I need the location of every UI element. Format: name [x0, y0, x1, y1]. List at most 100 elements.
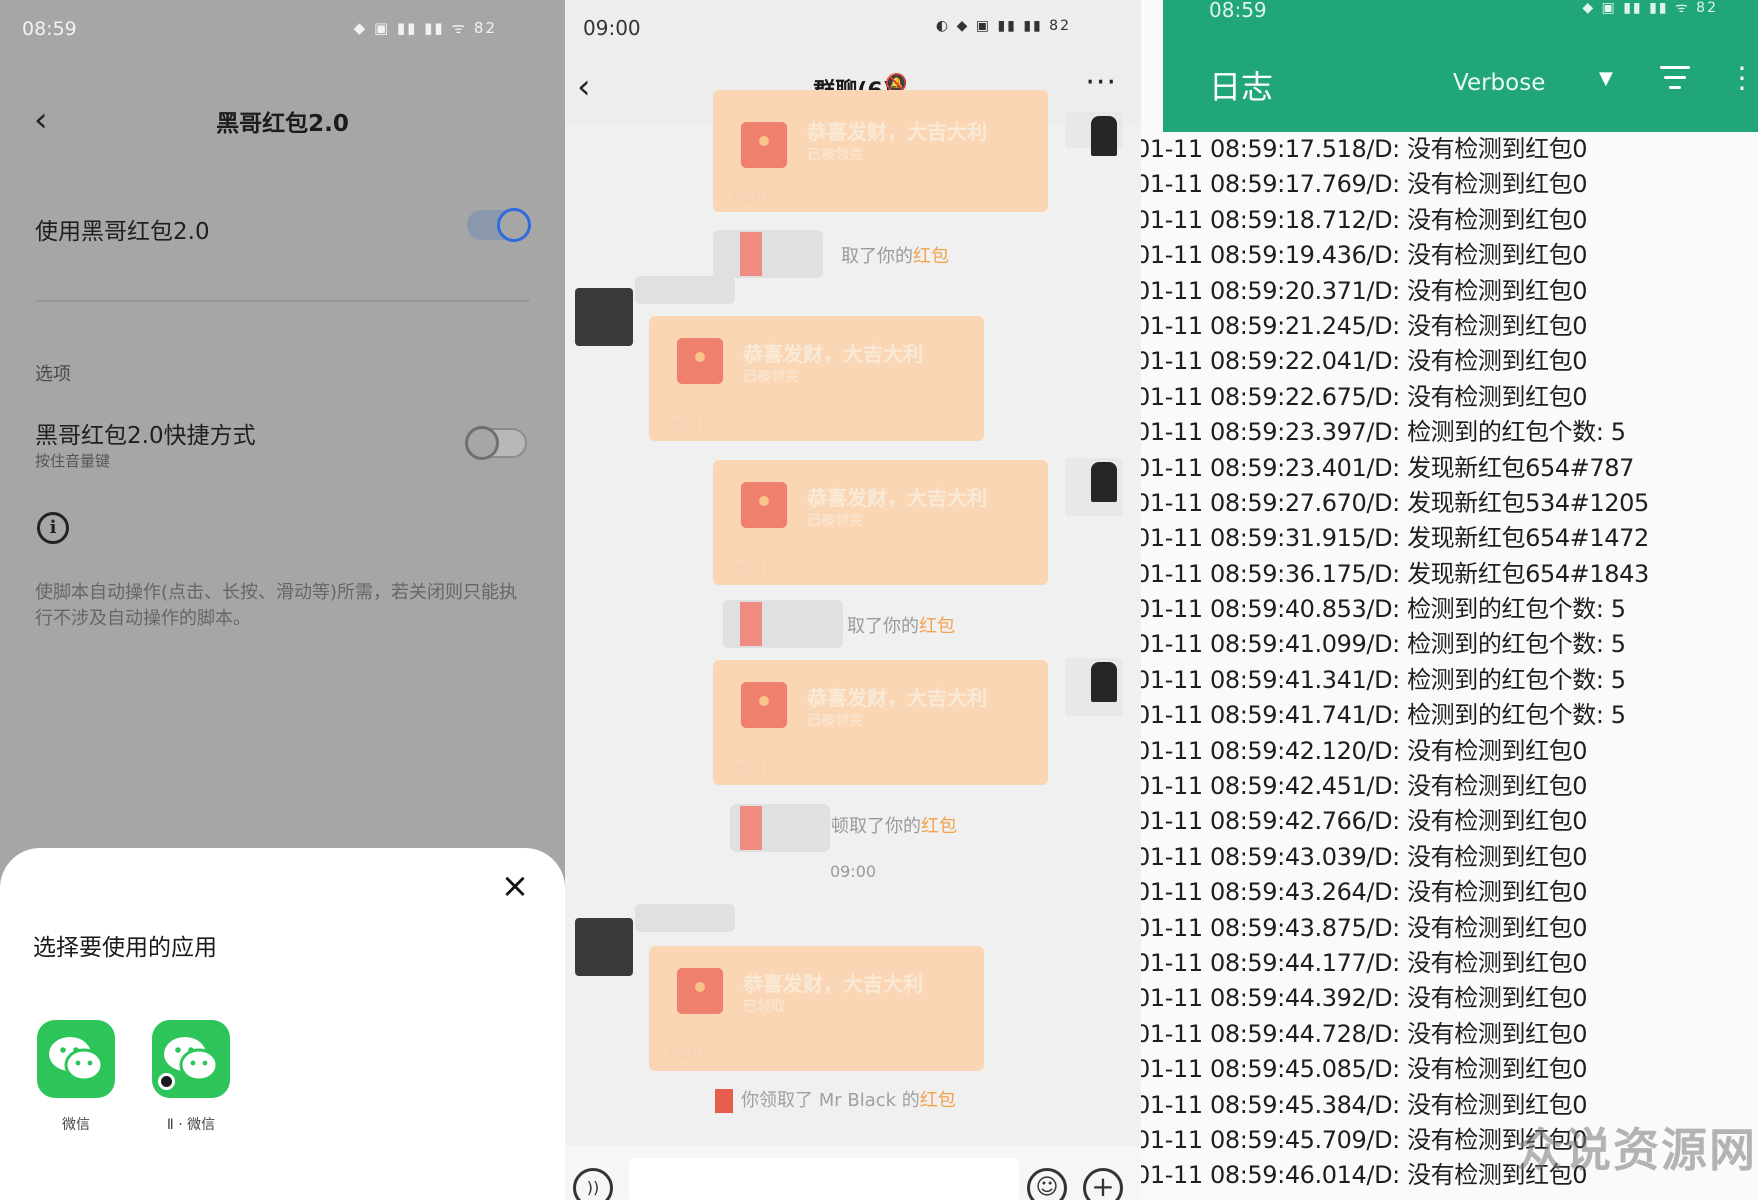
- clone-badge-icon: [158, 1073, 175, 1090]
- log-list[interactable]: 01-11 08:59:17.518/D: 没有检测到红包0 01-11 08:5…: [1141, 132, 1758, 1194]
- red-packet-message[interactable]: 恭喜发财，大吉大利 已被领完 微信红包: [713, 660, 1048, 785]
- packet-status: 已被领完: [807, 513, 863, 529]
- packet-footer: 微信红包: [667, 418, 711, 431]
- shortcut-label: 黑哥红包2.0快捷方式: [35, 423, 256, 449]
- avatar[interactable]: [1065, 112, 1123, 156]
- packet-title: 恭喜发财，大吉大利: [807, 486, 987, 510]
- log-appbar: 08:59 ◆ ▣ ▮▮ ▮▮ ᯤ 82 日志 Verbose ▼ · · ·: [1163, 0, 1758, 132]
- red-packet-message[interactable]: 恭喜发财，大吉大利 已领取 微信红包: [649, 946, 984, 1071]
- packet-status: 已被领完: [743, 369, 799, 385]
- red-envelope-icon: [677, 968, 723, 1014]
- close-icon[interactable]: ×: [497, 868, 533, 904]
- red-envelope-icon: [741, 682, 787, 728]
- log-line: 01-11 08:59:41.099/D: 检测到的红包个数: 5: [1141, 630, 1626, 659]
- blurred-sender: [635, 904, 735, 932]
- log-line: 01-11 08:59:42.766/D: 没有检测到红包0: [1141, 807, 1588, 836]
- emoji-icon[interactable]: ☺: [1027, 1168, 1067, 1200]
- system-notice: 取了你的红包: [847, 612, 955, 638]
- page-title: 日志: [1209, 68, 1274, 106]
- log-line: 01-11 08:59:18.712/D: 没有检测到红包0: [1141, 205, 1588, 234]
- wechat-icon: [37, 1020, 115, 1098]
- page-title: 黑哥红包2.0: [216, 111, 349, 137]
- status-time: 08:59: [1209, 0, 1267, 22]
- log-line: 01-11 08:59:23.401/D: 发现新红包654#787: [1141, 453, 1635, 482]
- message-timestamp: 09:00: [829, 862, 877, 881]
- notice-text: 顿取了你的: [831, 816, 921, 837]
- log-viewer-screen: 08:59 ◆ ▣ ▮▮ ▮▮ ᯤ 82 日志 Verbose ▼ · · · 01…: [1141, 0, 1758, 1200]
- avatar[interactable]: [1065, 458, 1123, 516]
- red-envelope-icon: [677, 338, 723, 384]
- filter-icon[interactable]: [1659, 66, 1691, 92]
- log-line: 01-11 08:59:31.915/D: 发现新红包654#1472: [1141, 524, 1649, 553]
- log-line: 01-11 08:59:27.670/D: 发现新红包534#1205: [1141, 488, 1649, 517]
- use-script-toggle[interactable]: [467, 208, 531, 242]
- system-notice: 你领取了 Mr Black 的红包: [715, 1086, 956, 1113]
- message-input[interactable]: [629, 1158, 1019, 1200]
- log-line: 01-11 08:59:42.120/D: 没有检测到红包0: [1141, 736, 1588, 765]
- notice-link[interactable]: 红包: [913, 246, 949, 267]
- app-option-wechat-clone[interactable]: Ⅱ · 微信: [146, 1020, 236, 1134]
- log-line: 01-11 08:59:41.741/D: 检测到的红包个数: 5: [1141, 701, 1626, 730]
- status-bar: 08:59 ◆ ▣ ▮▮ ▮▮ ᯤ 82: [0, 0, 565, 60]
- log-line: 01-11 08:59:44.177/D: 没有检测到红包0: [1141, 948, 1588, 977]
- packet-footer: 微信红包: [667, 1048, 711, 1061]
- log-line: 01-11 08:59:43.039/D: 没有检测到红包0: [1141, 842, 1588, 871]
- packet-footer: 微信红包: [731, 192, 775, 205]
- accessibility-description: 使脚本自动操作(点击、长按、滑动等)所需，若关闭则只能执行不涉及自动操作的脚本。: [35, 582, 518, 629]
- notice-link[interactable]: 红包: [921, 816, 957, 837]
- log-line: 01-11 08:59:45.085/D: 没有检测到红包0: [1141, 1055, 1588, 1084]
- section-options: 选项: [35, 364, 71, 385]
- red-envelope-icon: [740, 806, 762, 850]
- log-line: 01-11 08:59:44.728/D: 没有检测到红包0: [1141, 1019, 1588, 1048]
- red-envelope-icon: [740, 232, 762, 276]
- avatar[interactable]: [1065, 658, 1123, 716]
- packet-title: 恭喜发财，大吉大利: [807, 120, 987, 144]
- notice-link[interactable]: 红包: [920, 1090, 956, 1111]
- log-line: 01-11 08:59:20.371/D: 没有检测到红包0: [1141, 276, 1588, 305]
- overflow-menu-icon[interactable]: · · ·: [1737, 55, 1747, 103]
- log-line: 01-11 08:59:17.518/D: 没有检测到红包0: [1141, 135, 1588, 163]
- packet-title: 恭喜发财，大吉大利: [743, 972, 923, 996]
- divider: [35, 300, 530, 302]
- shortcut-toggle[interactable]: [465, 426, 527, 460]
- shortcut-sub: 按住音量键: [35, 452, 111, 470]
- more-icon[interactable]: ···: [1085, 65, 1117, 100]
- packet-status: 已被领完: [807, 713, 863, 729]
- system-notice: 顿取了你的红包: [831, 812, 957, 838]
- app-option-wechat[interactable]: 微信: [31, 1020, 121, 1134]
- sheet-title: 选择要使用的应用: [33, 935, 217, 961]
- packet-footer: 微信红包: [731, 762, 775, 775]
- status-bar: 09:00 ◐ ◆ ▣ ▮▮ ▮▮ 82: [565, 0, 1141, 55]
- red-packet-message[interactable]: 恭喜发财，大吉大利 已被领完 微信红包: [649, 316, 984, 441]
- packet-title: 恭喜发财，大吉大利: [743, 342, 923, 366]
- packet-footer: 微信红包: [731, 562, 775, 575]
- script-settings-screen: 08:59 ◆ ▣ ▮▮ ▮▮ ᯤ 82 ‹ 黑哥红包2.0 使用黑哥红包2.0…: [0, 0, 565, 1200]
- log-level-select[interactable]: Verbose: [1453, 70, 1545, 96]
- avatar[interactable]: [575, 288, 633, 346]
- red-packet-message[interactable]: 恭喜发财，大吉大利 已被领完 微信红包: [713, 460, 1048, 585]
- voice-icon[interactable]: )): [573, 1168, 613, 1200]
- log-line: 01-11 08:59:43.875/D: 没有检测到红包0: [1141, 913, 1588, 942]
- chat-input-bar: )) ☺ +: [565, 1146, 1141, 1200]
- avatar[interactable]: [575, 918, 633, 976]
- red-envelope-icon: [740, 602, 762, 646]
- log-line: 01-11 08:59:22.041/D: 没有检测到红包0: [1141, 347, 1588, 376]
- red-envelope-icon: [715, 1089, 733, 1113]
- group-chat-screen: 09:00 ◐ ◆ ▣ ▮▮ ▮▮ 82 ‹ 群聊(6) 🔕 ··· 恭喜发财，…: [565, 0, 1141, 1200]
- red-envelope-icon: [741, 122, 787, 168]
- log-line: 01-11 08:59:23.397/D: 检测到的红包个数: 5: [1141, 418, 1626, 447]
- screenshot-collage: 08:59 ◆ ▣ ▮▮ ▮▮ ᯤ 82 ‹ 黑哥红包2.0 使用黑哥红包2.0…: [0, 0, 1758, 1200]
- chevron-down-icon[interactable]: ▼: [1599, 68, 1613, 89]
- log-line: 01-11 08:59:19.436/D: 没有检测到红包0: [1141, 241, 1588, 270]
- log-line: 01-11 08:59:41.341/D: 检测到的红包个数: 5: [1141, 665, 1626, 694]
- red-packet-message[interactable]: 恭喜发财，大吉大利 已被领完 微信红包: [713, 90, 1048, 212]
- red-envelope-icon: [741, 482, 787, 528]
- notice-link[interactable]: 红包: [919, 616, 955, 637]
- app-chooser-sheet: × 选择要使用的应用 微信 Ⅱ · 微信: [0, 848, 565, 1200]
- blurred-name: [713, 230, 823, 278]
- plus-icon[interactable]: +: [1083, 1168, 1123, 1200]
- status-icons: ◆ ▣ ▮▮ ▮▮ ᯤ 82: [1582, 0, 1718, 16]
- log-line: 01-11 08:59:17.769/D: 没有检测到红包0: [1141, 170, 1588, 199]
- status-icons: ◆ ▣ ▮▮ ▮▮ ᯤ 82: [353, 19, 497, 37]
- packet-status: 已被领完: [807, 147, 863, 163]
